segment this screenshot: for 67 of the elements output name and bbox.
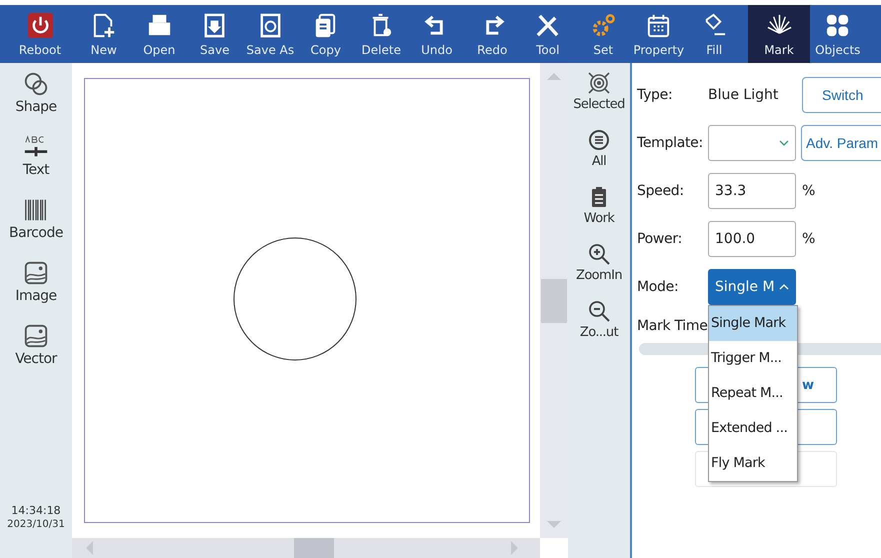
power-field[interactable]: 100.0 [708, 221, 796, 257]
object-type-button[interactable]: Vector [15, 323, 57, 386]
toolbar-button[interactable]: Open [132, 5, 187, 63]
view-button[interactable]: ZoomIn [576, 242, 622, 299]
toolbar-button[interactable]: Redo [464, 5, 520, 63]
toolbar-button[interactable]: Mark [748, 5, 810, 63]
speed-label: Speed: [637, 183, 685, 199]
zoom-out-icon [586, 299, 611, 323]
scroll-down-icon [546, 520, 562, 530]
horizontal-scrollbar[interactable] [72, 538, 540, 558]
scroll-thumb[interactable] [294, 538, 334, 558]
toolbar-button[interactable]: Undo [409, 5, 464, 63]
toolbar-button[interactable]: Reboot [4, 5, 76, 63]
mode-option[interactable]: Single Mark [709, 306, 797, 341]
zoom-in-icon [586, 242, 611, 266]
object-type-button[interactable]: Shape [15, 71, 57, 134]
toolbar-button[interactable]: Set [576, 5, 631, 63]
clock-time: 14:34:18 [11, 504, 61, 517]
scroll-right-icon [510, 540, 520, 556]
object-type-button[interactable]: Barcode [9, 197, 63, 260]
mode-option[interactable]: Fly Mark [709, 446, 797, 481]
toolbar-button[interactable]: Fill [686, 5, 742, 63]
toolbar-button[interactable]: Tool [520, 5, 576, 63]
circles-icon [23, 71, 49, 97]
template-label: Template: [637, 135, 704, 151]
scroll-thumb[interactable] [541, 279, 567, 323]
chevron-down-icon [779, 140, 789, 146]
mode-dropdown[interactable]: Single M [708, 269, 796, 305]
toolbar-button[interactable]: Property [631, 5, 686, 63]
image-icon [23, 323, 49, 349]
vertical-scrollbar[interactable] [540, 63, 568, 538]
power-label: Power: [637, 231, 683, 247]
type-label: Type: [637, 87, 674, 103]
scroll-up-icon [546, 71, 562, 81]
mode-option[interactable]: Trigger M... [709, 341, 797, 376]
mark-time-label: Mark Time [637, 318, 708, 334]
barcode-icon [23, 197, 49, 223]
circle-shape[interactable] [233, 236, 357, 360]
toolbar-button[interactable]: Save [187, 5, 242, 63]
type-value: Blue Light [708, 87, 780, 103]
view-button[interactable]: Selected [573, 71, 625, 128]
object-type-button[interactable]: Image [15, 260, 57, 323]
mode-option[interactable]: Repeat M... [709, 376, 797, 411]
unit-label: % [802, 231, 816, 247]
view-button[interactable]: Work [584, 185, 614, 242]
toolbar-button[interactable]: Copy [298, 5, 354, 63]
switch-button[interactable]: Switch [802, 77, 881, 113]
clock-date: 2023/10/31 [7, 519, 65, 530]
scroll-left-icon [84, 540, 94, 556]
template-dropdown[interactable] [708, 125, 796, 161]
adv-param-button[interactable]: Adv. Param [801, 125, 881, 161]
target-icon [587, 71, 611, 95]
toolbar-button[interactable]: Objects [810, 5, 866, 63]
toolbar-button[interactable]: Delete [354, 5, 409, 63]
list-icon [587, 128, 611, 152]
mode-option[interactable]: Extended ... [709, 411, 797, 446]
chevron-up-icon [779, 284, 789, 290]
view-button[interactable]: All [587, 128, 611, 185]
object-type-button[interactable]: Text [22, 134, 50, 197]
toolbar-button[interactable]: Save As [242, 5, 298, 63]
toolbar-button[interactable]: New [76, 5, 132, 63]
view-button[interactable]: Zo...ut [580, 299, 618, 356]
unit-label: % [802, 183, 816, 199]
image-icon [22, 260, 49, 286]
mode-label: Mode: [637, 279, 680, 295]
reboot-icon [26, 12, 54, 38]
speed-field[interactable]: 33.3 [708, 173, 796, 209]
